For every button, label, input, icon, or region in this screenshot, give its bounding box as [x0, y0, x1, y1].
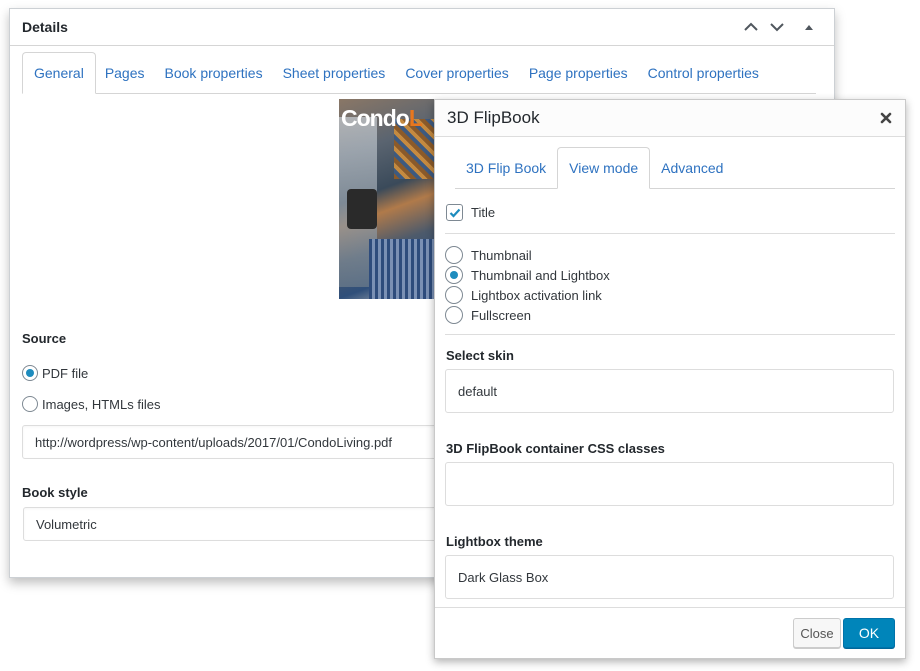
pdf-url-input[interactable]: http://wordpress/wp-content/uploads/2017… [22, 425, 442, 459]
details-title: Details [22, 19, 68, 35]
lightbox-theme-label: Lightbox theme [446, 534, 543, 549]
dialog-header: 3D FlipBook [435, 100, 905, 137]
radio-fullscreen[interactable] [445, 306, 463, 324]
radio-thumbnail-lightbox-label: Thumbnail and Lightbox [471, 267, 610, 283]
radio-images[interactable] [22, 396, 38, 412]
source-option-pdf[interactable]: PDF file [22, 365, 88, 381]
tab-view-mode[interactable]: View mode [557, 147, 651, 189]
ok-button[interactable]: OK [843, 618, 895, 648]
divider [445, 233, 895, 234]
view-mode-fullscreen[interactable]: Fullscreen [445, 306, 531, 324]
tab-general[interactable]: General [22, 52, 96, 94]
skin-select[interactable]: default [445, 369, 894, 413]
dialog-tabs: 3D Flip Book View mode Advanced [455, 147, 895, 189]
css-classes-input[interactable] [445, 462, 894, 506]
tab-advanced[interactable]: Advanced [650, 147, 734, 188]
skin-label: Select skin [446, 348, 514, 363]
cover-title: CondoL [341, 105, 423, 132]
radio-lightbox-link[interactable] [445, 286, 463, 304]
radio-pdf[interactable] [22, 365, 38, 381]
lightbox-theme-select[interactable]: Dark Glass Box [445, 555, 894, 599]
tab-control-properties[interactable]: Control properties [637, 52, 770, 93]
chevron-down-icon[interactable] [768, 18, 786, 36]
chevron-up-icon[interactable] [742, 18, 760, 36]
pdf-url-value: http://wordpress/wp-content/uploads/2017… [35, 434, 393, 450]
title-checkbox-label: Title [471, 205, 496, 220]
details-tabs: General Pages Book properties Sheet prop… [22, 52, 816, 94]
cover-rug [369, 239, 434, 299]
dialog-title: 3D FlipBook [447, 108, 540, 127]
book-style-label: Book style [22, 485, 88, 500]
flipbook-dialog: 3D FlipBook 3D Flip Book View mode Advan… [434, 99, 906, 659]
source-label: Source [22, 331, 67, 346]
tab-pages[interactable]: Pages [94, 52, 156, 93]
view-mode-lightbox-link[interactable]: Lightbox activation link [445, 286, 602, 304]
lightbox-theme-value: Dark Glass Box [458, 569, 549, 585]
cover-title-white: Condo [341, 105, 410, 131]
radio-lightbox-link-label: Lightbox activation link [471, 287, 602, 303]
book-style-value: Volumetric [36, 516, 97, 532]
tab-sheet-properties[interactable]: Sheet properties [272, 52, 397, 93]
cover-title-orange: L [408, 105, 423, 131]
close-button[interactable]: Close [793, 618, 841, 648]
view-mode-thumbnail[interactable]: Thumbnail [445, 246, 532, 264]
book-cover-thumbnail: CondoL [339, 99, 434, 299]
source-option-images[interactable]: Images, HTMLs files [22, 396, 160, 412]
view-mode-thumbnail-lightbox[interactable]: Thumbnail and Lightbox [445, 266, 610, 284]
title-checkbox[interactable] [446, 204, 463, 221]
css-classes-label: 3D FlipBook container CSS classes [446, 441, 665, 456]
radio-images-label: Images, HTMLs files [42, 396, 161, 412]
radio-thumbnail-label: Thumbnail [471, 247, 532, 263]
book-style-select[interactable]: Volumetric [23, 507, 443, 541]
tab-cover-properties[interactable]: Cover properties [394, 52, 520, 93]
tab-page-properties[interactable]: Page properties [518, 52, 639, 93]
radio-thumbnail[interactable] [445, 246, 463, 264]
skin-value: default [458, 383, 498, 399]
radio-thumbnail-lightbox[interactable] [445, 266, 463, 284]
tab-book-properties[interactable]: Book properties [154, 52, 274, 93]
close-icon[interactable] [877, 109, 895, 127]
divider [445, 334, 895, 335]
radio-fullscreen-label: Fullscreen [471, 307, 531, 323]
radio-pdf-label: PDF file [42, 365, 89, 381]
dialog-footer: Close OK [435, 607, 905, 658]
triangle-up-icon[interactable] [800, 18, 818, 36]
cover-chair [347, 189, 377, 229]
details-header: Details [10, 9, 834, 46]
checkmark-icon [449, 208, 460, 218]
title-checkbox-row[interactable]: Title [446, 204, 495, 221]
tab-3d-flip-book[interactable]: 3D Flip Book [455, 147, 557, 188]
